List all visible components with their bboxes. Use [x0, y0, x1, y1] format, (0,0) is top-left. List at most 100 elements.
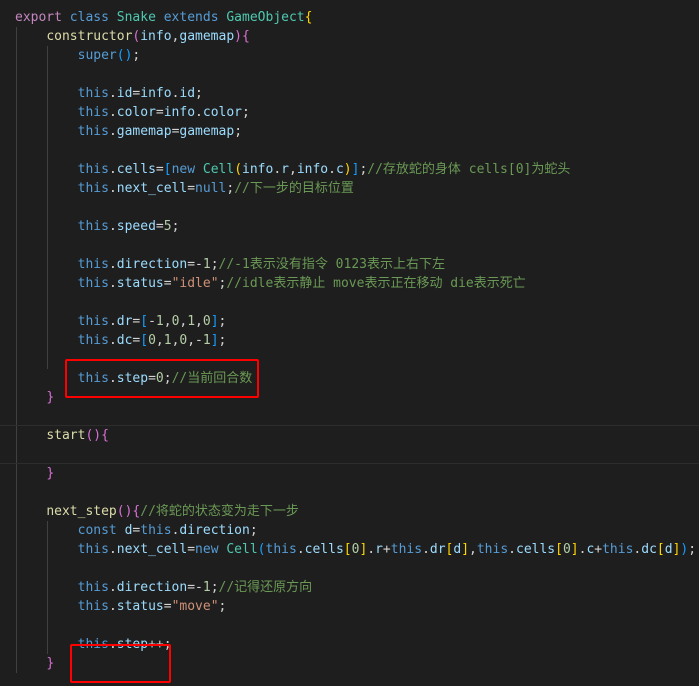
code-line[interactable]: this.next_cell=new Cell(this.cells[0].r+… [15, 540, 696, 559]
code-token: info [140, 86, 172, 101]
code-token: this [77, 314, 109, 329]
code-token: ; [226, 181, 235, 196]
code-line[interactable]: this.direction=-1;//-1表示没有指令 0123表示上右下左 [15, 255, 445, 274]
code-token: , [155, 333, 164, 348]
code-token: 1 [163, 333, 172, 348]
code-token: [ [343, 542, 352, 557]
code-token: this [476, 542, 509, 557]
code-token: { [101, 428, 109, 443]
code-token: , [195, 314, 203, 329]
code-token: direction [179, 523, 250, 538]
code-token: . [108, 219, 117, 234]
code-token: //存放蛇的身体 cells[0]为蛇头 [367, 162, 571, 177]
code-token: Snake [116, 10, 156, 25]
code-token: ; [218, 599, 227, 614]
code-line[interactable]: const d=this.direction; [15, 521, 258, 540]
code-token: r [281, 162, 289, 177]
code-token: 1 [202, 580, 211, 595]
code-token: = [163, 599, 172, 614]
code-line[interactable]: next_step(){//将蛇的状态变为走下一步 [15, 502, 299, 521]
code-token: () [85, 428, 102, 443]
code-token: extends [163, 10, 219, 25]
code-line[interactable]: } [15, 388, 54, 407]
code-line[interactable]: this.dr=[-1,0,1,0]; [15, 312, 227, 331]
code-token: class [69, 10, 109, 25]
code-token: [ [163, 162, 172, 177]
code-token: . [328, 162, 336, 177]
code-token: direction [116, 580, 188, 595]
code-token: ; [234, 124, 243, 139]
code-token: . [367, 542, 376, 557]
code-line[interactable]: this.status="move"; [15, 597, 227, 616]
code-line[interactable]: super(); [15, 46, 141, 65]
code-token: 1 [202, 333, 211, 348]
code-token: cells [304, 542, 344, 557]
code-token: //将蛇的状态变为走下一步 [140, 504, 299, 519]
code-token: status [116, 276, 164, 291]
code-line[interactable]: this.status="idle";//idle表示静止 move表示正在移动… [15, 274, 526, 293]
code-line[interactable]: this.gamemap=gamemap; [15, 122, 242, 141]
code-token: ; [171, 219, 180, 234]
code-token: 0 [202, 314, 211, 329]
code-token: this [77, 86, 109, 101]
code-token: info [296, 162, 329, 177]
code-token: dr [116, 314, 133, 329]
code-token: this [77, 219, 109, 234]
code-line[interactable]: this.color=info.color; [15, 103, 250, 122]
code-token: 0 [562, 542, 571, 557]
code-line[interactable]: export class Snake extends GameObject{ [15, 8, 312, 27]
code-token: dc [116, 333, 133, 348]
code-token: gamemap [116, 124, 172, 139]
code-token: dc [641, 542, 657, 557]
code-editor[interactable]: export class Snake extends GameObject{ c… [0, 0, 699, 686]
code-token: [ [140, 314, 149, 329]
code-token: //-1表示没有指令 0123表示上右下左 [218, 257, 445, 272]
code-token: info [242, 162, 274, 177]
code-token: + [382, 542, 391, 557]
code-token: d [664, 542, 673, 557]
code-token: gamemap [179, 29, 235, 44]
code-line[interactable]: start(){ [15, 426, 109, 445]
code-line[interactable]: constructor(info,gamemap){ [15, 27, 250, 46]
code-line[interactable]: } [15, 654, 54, 673]
code-token: ; [195, 86, 203, 101]
code-line[interactable]: this.speed=5; [15, 217, 180, 236]
code-token: 0 [148, 333, 156, 348]
code-token: . [422, 542, 430, 557]
code-token: ; [249, 523, 258, 538]
code-token: . [108, 257, 117, 272]
code-token: constructor [46, 29, 133, 44]
code-line[interactable]: this.direction=-1;//记得还原方向 [15, 578, 313, 597]
step-init-highlight [65, 359, 259, 398]
line-separator [0, 463, 699, 465]
code-token: . [108, 105, 117, 120]
code-line[interactable]: this.dc=[0,1,0,-1]; [15, 331, 227, 350]
code-token: . [108, 86, 117, 101]
code-token: c [335, 162, 344, 177]
code-token: } [46, 466, 55, 481]
code-token: = [155, 162, 164, 177]
code-token: { [304, 10, 313, 25]
code-token: 1 [155, 314, 164, 329]
code-token: ; [210, 580, 219, 595]
code-line[interactable]: this.next_cell=null;//下一步的目标位置 [15, 179, 354, 198]
code-token: this [77, 333, 109, 348]
code-line[interactable]: this.cells=[new Cell(info.r,info.c)];//存… [15, 160, 571, 179]
code-token: . [296, 542, 305, 557]
code-token: new [195, 542, 219, 557]
code-token: ] [210, 333, 219, 348]
code-token: ) [343, 162, 352, 177]
code-token: start [46, 428, 86, 443]
code-line[interactable]: this.id=info.id; [15, 84, 203, 103]
code-token: ] [570, 542, 579, 557]
code-line[interactable]: } [15, 464, 54, 483]
code-token: r [375, 542, 383, 557]
